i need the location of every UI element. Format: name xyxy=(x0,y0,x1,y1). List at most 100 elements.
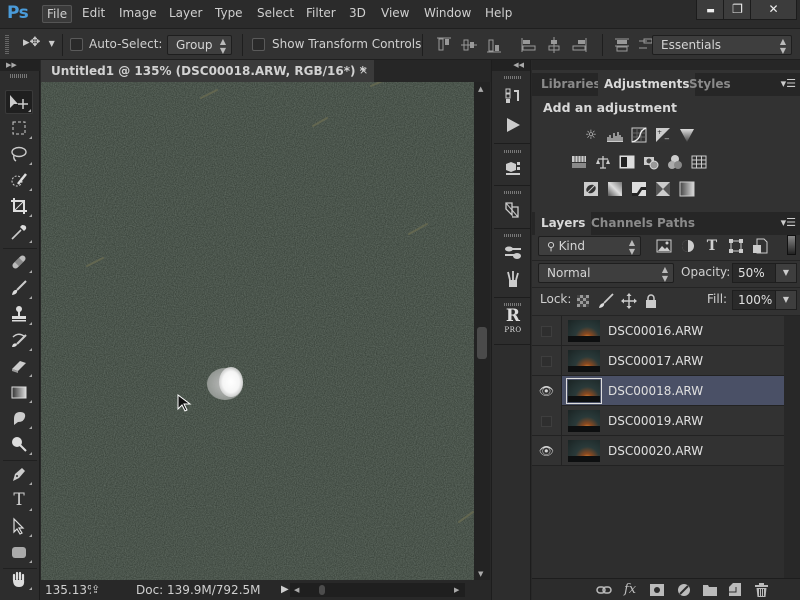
selective-color-icon[interactable] xyxy=(655,181,671,197)
document-tab[interactable]: Untitled1 @ 135% (DSC00018.ARW, RGB/16*)… xyxy=(41,60,374,82)
menu-help[interactable]: Help xyxy=(481,5,516,23)
move-tool-preset-picker[interactable]: ▸✥ ▼ xyxy=(23,35,55,50)
brush-presets-panel-button[interactable] xyxy=(502,242,524,264)
lasso-tool[interactable] xyxy=(5,142,33,166)
color-lookup-icon[interactable] xyxy=(691,154,707,170)
healing-brush-tool[interactable] xyxy=(5,250,33,274)
color-balance-icon[interactable] xyxy=(595,154,611,170)
filter-type-layers-icon[interactable]: T xyxy=(704,238,720,254)
layer-row-selected[interactable]: 👁 DSC00018.ARW xyxy=(532,376,784,406)
filter-pixel-layers-icon[interactable] xyxy=(656,238,672,254)
black-white-icon[interactable] xyxy=(619,154,635,170)
panel-menu-icon[interactable]: ▾☰ xyxy=(781,77,796,90)
new-layer-icon[interactable] xyxy=(729,583,741,596)
dodge-tool[interactable] xyxy=(5,432,33,456)
panel-menu-icon[interactable]: ▾☰ xyxy=(781,216,796,229)
fill-slider-button[interactable]: ▼ xyxy=(775,290,797,310)
filter-toggle-switch[interactable] xyxy=(787,235,796,255)
minimize-button[interactable]: ▬ xyxy=(696,0,725,20)
tab-adjustments[interactable]: Adjustments xyxy=(598,73,696,96)
layer-visibility-toggle[interactable]: 👁 xyxy=(532,436,562,466)
layer-row[interactable]: DSC00017.ARW xyxy=(532,346,784,376)
menu-3d[interactable]: 3D xyxy=(345,5,370,23)
layer-visibility-toggle[interactable] xyxy=(532,406,562,436)
filter-smart-objects-icon[interactable] xyxy=(752,238,768,254)
dock-group-grip[interactable] xyxy=(504,234,522,237)
hue-saturation-icon[interactable] xyxy=(571,154,587,170)
exposure-icon[interactable]: +− xyxy=(655,127,671,143)
toolbar-grip[interactable] xyxy=(10,74,28,78)
layer-row[interactable]: DSC00019.ARW xyxy=(532,406,784,436)
3d-panel-button[interactable] xyxy=(502,157,524,179)
auto-select-checkbox[interactable] xyxy=(70,38,83,51)
menu-edit[interactable]: Edit xyxy=(78,5,109,23)
photo-filter-icon[interactable] xyxy=(643,154,659,170)
filter-shape-layers-icon[interactable] xyxy=(728,238,744,254)
align-left-edges-icon[interactable] xyxy=(521,37,537,53)
scroll-up-icon[interactable]: ▲ xyxy=(478,85,483,93)
workspace-switcher[interactable]: Essentials ▲ ▼ xyxy=(652,35,792,55)
invert-icon[interactable] xyxy=(583,181,599,197)
history-brush-tool[interactable] xyxy=(5,328,33,352)
pen-tool[interactable] xyxy=(5,462,33,486)
eraser-tool[interactable] xyxy=(5,354,33,378)
link-layers-icon[interactable] xyxy=(596,584,612,596)
marquee-tool[interactable] xyxy=(5,116,33,140)
lock-transparent-pixels-icon[interactable] xyxy=(575,293,591,309)
show-transform-controls-checkbox[interactable] xyxy=(252,38,265,51)
scroll-left-icon[interactable]: ◀ xyxy=(294,580,299,600)
menu-layer[interactable]: Layer xyxy=(165,5,206,23)
brush-tool[interactable] xyxy=(5,276,33,300)
blur-tool[interactable] xyxy=(5,406,33,430)
layer-row[interactable]: DSC00016.ARW xyxy=(532,316,784,346)
clone-source-panel-button[interactable] xyxy=(502,199,524,221)
options-bar-grip[interactable] xyxy=(5,34,9,54)
horizontal-scroll-thumb[interactable] xyxy=(319,585,325,595)
levels-icon[interactable] xyxy=(607,127,623,143)
restore-button[interactable]: ❐ xyxy=(723,0,752,20)
dock-group-grip[interactable] xyxy=(504,76,522,79)
tab-libraries[interactable]: Libraries xyxy=(535,73,607,96)
tab-styles[interactable]: Styles xyxy=(683,73,737,96)
menu-filter[interactable]: Filter xyxy=(302,5,340,23)
scroll-down-icon[interactable]: ▼ xyxy=(478,570,483,578)
channel-mixer-icon[interactable] xyxy=(667,154,683,170)
lock-image-pixels-icon[interactable] xyxy=(598,293,614,309)
menu-type[interactable]: Type xyxy=(211,5,247,23)
clone-stamp-tool[interactable] xyxy=(5,302,33,326)
align-horizontal-centers-icon[interactable] xyxy=(546,37,562,53)
layers-scrollbar[interactable] xyxy=(784,316,800,578)
add-mask-icon[interactable] xyxy=(650,584,664,596)
tab-layers[interactable]: Layers xyxy=(535,212,592,235)
layer-filter-kind-dropdown[interactable]: ⚲ Kind ▲ ▼ xyxy=(538,236,641,256)
opacity-slider-button[interactable]: ▼ xyxy=(775,263,797,283)
layer-visibility-toggle[interactable]: 👁 xyxy=(532,376,562,406)
vertical-scrollbar[interactable]: ▲ ▼ xyxy=(474,82,490,580)
menu-view[interactable]: View xyxy=(377,5,413,23)
hand-tool[interactable] xyxy=(5,567,33,591)
quick-selection-tool[interactable] xyxy=(5,168,33,192)
type-tool[interactable]: T xyxy=(5,488,33,512)
move-tool[interactable] xyxy=(5,90,33,114)
share-icon[interactable]: ⇪ xyxy=(91,580,101,600)
menu-window[interactable]: Window xyxy=(420,5,475,23)
gradient-tool[interactable] xyxy=(5,380,33,404)
tab-paths[interactable]: Paths xyxy=(651,212,701,235)
blend-mode-dropdown[interactable]: Normal ▲ ▼ xyxy=(538,263,674,283)
horizontal-scrollbar[interactable]: ◀ ▶ xyxy=(290,583,465,597)
actions-panel-button[interactable] xyxy=(502,114,524,136)
menu-image[interactable]: Image xyxy=(115,5,161,23)
collapse-dock-button[interactable]: ◀◀ xyxy=(492,60,530,71)
layer-visibility-toggle[interactable] xyxy=(532,346,562,376)
eyedropper-tool[interactable] xyxy=(5,220,33,244)
align-top-edges-icon[interactable] xyxy=(436,37,452,53)
lock-position-icon[interactable] xyxy=(621,293,637,309)
scroll-right-icon[interactable]: ▶ xyxy=(454,580,459,600)
menu-select[interactable]: Select xyxy=(253,5,298,23)
rpro-panel-button[interactable]: R PRO xyxy=(502,308,524,337)
rectangle-tool[interactable] xyxy=(5,540,33,564)
menu-file[interactable]: File xyxy=(42,5,73,23)
fx-icon[interactable]: fx xyxy=(624,582,636,597)
lock-all-icon[interactable] xyxy=(643,293,659,309)
filter-adjustment-layers-icon[interactable] xyxy=(680,238,696,254)
